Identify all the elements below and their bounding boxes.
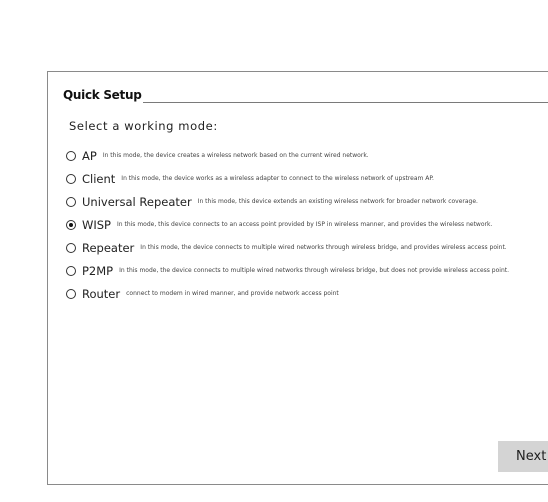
radio-client[interactable] — [66, 173, 76, 184]
mode-name: Router — [82, 286, 121, 301]
mode-option-ap[interactable]: AP In this mode, the device creates a wi… — [66, 144, 509, 167]
mode-name: P2MP — [82, 263, 114, 278]
next-button[interactable]: Next — [498, 441, 548, 472]
mode-description: connect to modem in wired manner, and pr… — [126, 289, 339, 297]
radio-universal-repeater[interactable] — [66, 196, 76, 207]
mode-name: AP — [82, 148, 97, 163]
mode-option-client[interactable]: Client In this mode, the device works as… — [66, 167, 509, 190]
mode-option-wisp[interactable]: WISP In this mode, this device connects … — [66, 213, 509, 236]
mode-description: In this mode, this device connects to an… — [117, 220, 493, 228]
mode-description: In this mode, the device connects to mul… — [140, 243, 507, 251]
mode-description: In this mode, the device connects to mul… — [119, 266, 510, 274]
title-divider — [143, 102, 548, 103]
mode-option-router[interactable]: Router connect to modem in wired manner,… — [66, 282, 509, 305]
radio-router[interactable] — [66, 288, 76, 299]
mode-option-p2mp[interactable]: P2MP In this mode, the device connects t… — [66, 259, 509, 282]
radio-repeater[interactable] — [66, 242, 76, 253]
mode-option-universal-repeater[interactable]: Universal Repeater In this mode, this de… — [66, 190, 509, 213]
mode-description: In this mode, the device creates a wirel… — [102, 151, 369, 159]
mode-name: Repeater — [82, 240, 135, 255]
panel-title: Quick Setup — [63, 88, 142, 102]
mode-description: In this mode, the device works as a wire… — [121, 174, 434, 182]
radio-ap[interactable] — [66, 150, 76, 161]
mode-name: Universal Repeater — [82, 194, 192, 209]
radio-wisp[interactable] — [66, 219, 76, 230]
mode-option-repeater[interactable]: Repeater In this mode, the device connec… — [66, 236, 509, 259]
working-mode-prompt: Select a working mode: — [69, 119, 218, 133]
mode-name: Client — [82, 171, 116, 186]
quick-setup-panel: Quick Setup Select a working mode: AP In… — [47, 71, 548, 485]
panel-header: Quick Setup — [63, 88, 548, 104]
radio-p2mp[interactable] — [66, 265, 76, 276]
working-mode-options: AP In this mode, the device creates a wi… — [66, 144, 509, 305]
mode-description: In this mode, this device extends an exi… — [197, 197, 478, 205]
mode-name: WISP — [82, 217, 111, 232]
